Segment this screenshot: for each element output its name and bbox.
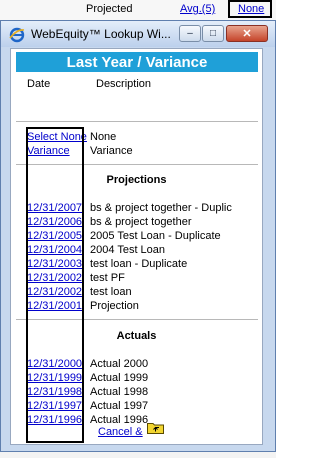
folder-up-icon[interactable] [147,421,164,434]
cancel-link[interactable]: Cancel & [98,426,143,438]
actual-date-link[interactable]: 12/31/1997 [27,400,82,412]
close-icon: ✕ [242,28,252,40]
table-row: 12/31/1998 Actual 1998 [11,386,262,399]
background-page-bottom [0,452,276,458]
actual-date-link[interactable]: 12/31/1996 [27,414,82,426]
internet-explorer-icon [9,27,25,43]
date-column-header: Date [27,78,51,90]
table-row: 12/31/2005 2005 Test Loan - Duplicate [11,230,262,243]
title-bar[interactable]: WebEquity™ Lookup Wi... – □ ✕ [1,21,275,47]
projection-date-link[interactable]: 12/31/2003 [27,258,82,270]
projection-date-link[interactable]: 12/31/2001 [27,300,82,312]
actual-description: Actual 1997 [90,400,149,412]
actual-date-link[interactable]: 12/31/1998 [27,386,82,398]
variance-link[interactable]: Variance [27,145,70,157]
close-button[interactable]: ✕ [226,25,268,42]
maximize-button[interactable]: □ [202,25,224,42]
projection-description: 2005 Test Loan - Duplicate [90,230,221,242]
table-row: 12/31/2006 bs & project together [11,216,262,229]
projection-description: bs & project together [90,216,192,228]
table-row: 12/31/2003 test loan - Duplicate [11,258,262,271]
actual-description: Actual 1999 [90,372,149,384]
table-row: 12/31/2002 test loan [11,286,262,299]
projection-date-link[interactable]: 12/31/2002 [27,286,82,298]
description-column-header: Description [96,78,152,90]
actual-description: Actual 1996 [90,414,149,426]
table-row: 12/31/2007 bs & project together - Dupli… [11,202,262,215]
select-none-link[interactable]: Select None [27,131,87,143]
lookup-window: WebEquity™ Lookup Wi... – □ ✕ Last Year … [0,20,276,452]
projections-heading: Projections [106,174,167,186]
projection-date-link[interactable]: 12/31/2006 [27,216,82,228]
projection-date-link[interactable]: 12/31/2002 [27,272,82,284]
projection-date-link[interactable]: 12/31/2004 [27,244,82,256]
list-item: Variance Variance [11,145,262,158]
projected-label: Projected [86,3,133,15]
projection-date-link[interactable]: 12/31/2005 [27,230,82,242]
projection-description: Projection [90,300,139,312]
projection-date-link[interactable]: 12/31/2007 [27,202,82,214]
projection-description: 2004 Test Loan [90,244,166,256]
table-row: 12/31/2004 2004 Test Loan [11,244,262,257]
background-page-strip: Projected Avg.(5) None [0,0,276,20]
actual-date-link[interactable]: 12/31/2000 [27,358,82,370]
actuals-heading: Actuals [116,330,157,342]
header-divider [16,121,258,122]
projection-description: test loan - Duplicate [90,258,188,270]
table-row: 12/31/2000 Actual 2000 [11,358,262,371]
maximize-icon: □ [209,28,217,39]
avg-link[interactable]: Avg.(5) [180,3,215,15]
row-description: Variance [90,145,133,157]
table-row: 12/31/2002 test PF [11,272,262,285]
projection-description: bs & project together - Duplic [90,202,232,214]
minimize-button[interactable]: – [179,25,201,42]
actual-date-link[interactable]: 12/31/1999 [27,372,82,384]
actual-description: Actual 2000 [90,358,149,370]
list-item: Select None None [11,131,262,144]
lookup-content: Last Year / Variance Date Description Se… [10,48,263,445]
projection-description: test loan [90,286,132,298]
projection-description: test PF [90,272,125,284]
row-description: None [90,131,117,143]
actual-description: Actual 1998 [90,386,149,398]
panel-header: Last Year / Variance [16,52,258,72]
table-row: 12/31/1999 Actual 1999 [11,372,262,385]
window-title: WebEquity™ Lookup Wi... [31,27,171,41]
none-link-box: None [228,0,272,18]
none-link[interactable]: None [238,3,264,15]
section-divider [16,319,258,320]
minimize-icon: – [187,28,193,39]
table-row: 12/31/2001 Projection [11,300,262,313]
table-row: 12/31/1997 Actual 1997 [11,400,262,413]
section-divider [16,164,258,165]
